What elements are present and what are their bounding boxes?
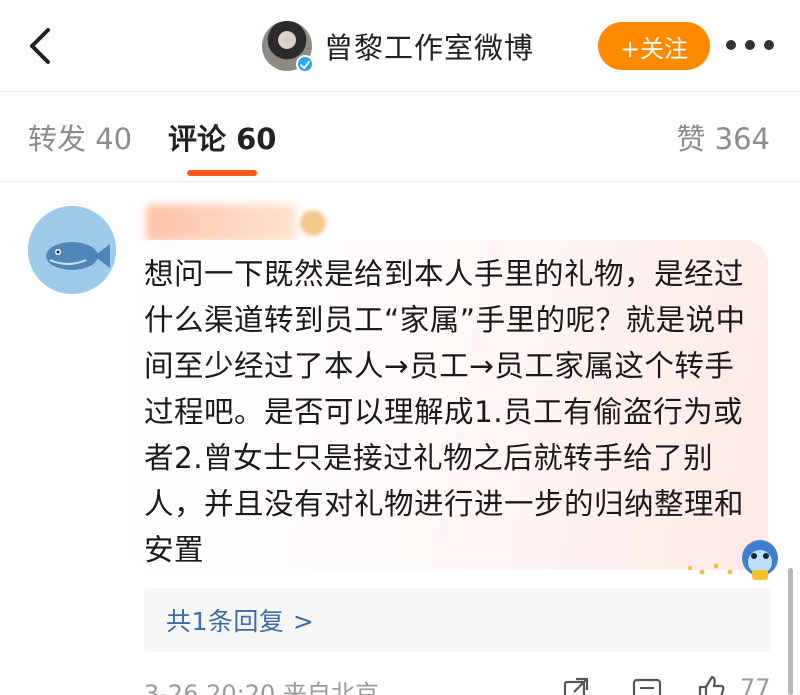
comment-meta: 3-26 20:20 来自北京 [144, 680, 379, 695]
emoji-decoration [686, 538, 782, 582]
view-replies-link[interactable]: 共1条回复 > [166, 602, 314, 638]
like-icon[interactable] [696, 674, 726, 695]
tab-like[interactable]: 赞 364 [676, 116, 770, 158]
comment-icon[interactable] [632, 676, 662, 695]
tab-repost[interactable]: 转发 40 [28, 116, 132, 158]
more-icon[interactable] [726, 38, 774, 52]
active-tab-indicator [187, 170, 257, 176]
verified-icon [296, 55, 314, 73]
account-avatar[interactable] [262, 21, 314, 73]
account-name[interactable]: 曾黎工作室微博 [324, 25, 534, 67]
tab-comment[interactable]: 评论 60 [168, 116, 276, 158]
commenter-avatar[interactable] [28, 206, 116, 294]
commenter-name-blurred[interactable] [146, 204, 296, 242]
scrollbar[interactable] [788, 568, 793, 695]
comment-text: 想问一下既然是给到本人手里的礼物，是经过什么渠道转到员工“家属”手里的呢？就是说… [144, 257, 746, 567]
like-count: 77 [740, 674, 771, 695]
account-header[interactable]: 曾黎工作室微博 [262, 20, 534, 73]
follow-button[interactable]: +关注 [598, 22, 710, 70]
reply-summary-box[interactable]: 共1条回复 > [144, 588, 770, 652]
tab-bar: 转发 40 评论 60 赞 364 [0, 92, 800, 182]
back-icon[interactable] [22, 24, 62, 68]
top-nav-bar: 曾黎工作室微博 +关注 [0, 0, 800, 92]
user-badge-icon [300, 210, 326, 236]
share-icon[interactable] [562, 676, 590, 695]
